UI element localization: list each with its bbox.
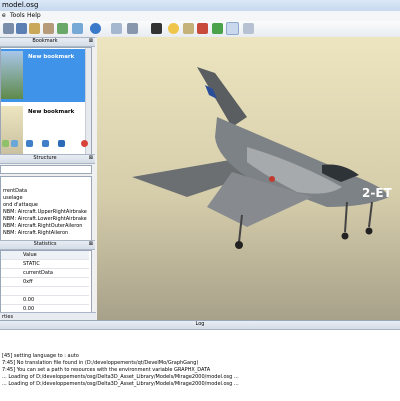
camera-icon[interactable] bbox=[72, 23, 83, 34]
log-panel: Log [45] setting language to : auto 7:45… bbox=[0, 320, 400, 401]
close-icon[interactable]: ⊠ bbox=[89, 155, 93, 161]
bookmark-item[interactable]: New bookmark bbox=[1, 49, 86, 102]
fullscreen-icon[interactable] bbox=[243, 23, 254, 34]
vertical-tail bbox=[197, 67, 247, 127]
menu-item-edit[interactable]: e bbox=[2, 12, 6, 19]
tree-item[interactable]: NBM: Aircraft.RightAileron bbox=[3, 230, 68, 236]
folder-icon[interactable] bbox=[29, 23, 40, 34]
statistics-panel-title: Statistics ⊠ bbox=[0, 240, 95, 250]
3d-viewport[interactable]: 2-ET bbox=[97, 37, 400, 320]
table-row[interactable]: 0xff bbox=[1, 278, 89, 287]
log-line: ... Loading of D:/developpements/osg/Del… bbox=[2, 374, 239, 380]
window-title: model.osg bbox=[2, 1, 39, 9]
table-row[interactable]: STATIC bbox=[1, 260, 89, 269]
view-icon[interactable] bbox=[226, 22, 239, 35]
close-icon[interactable]: ⊠ bbox=[89, 38, 93, 44]
tree-item[interactable]: NBM: Aircraft.UpperRightAirbrake bbox=[3, 209, 87, 215]
save-icon[interactable] bbox=[16, 23, 27, 34]
column-header-value: Value bbox=[23, 252, 37, 258]
open-icon[interactable] bbox=[3, 23, 14, 34]
tree-item[interactable]: NBM: Aircraft.RightOuterAileron bbox=[3, 223, 82, 229]
structure-search-input[interactable] bbox=[0, 165, 92, 174]
log-line: 7:45] You can set a path to resources wi… bbox=[2, 367, 211, 373]
bookmark-label: New bookmark bbox=[28, 109, 75, 115]
tail-code: 2-ET bbox=[362, 186, 393, 200]
screenshot-icon[interactable] bbox=[43, 23, 54, 34]
table-row[interactable] bbox=[1, 287, 89, 296]
go-bookmark-icon[interactable] bbox=[11, 140, 18, 147]
light-icon[interactable] bbox=[168, 23, 179, 34]
roundel-icon bbox=[269, 176, 275, 182]
log-panel-title: Log bbox=[0, 321, 400, 330]
cube-icon[interactable] bbox=[151, 23, 162, 34]
toolbar bbox=[0, 21, 400, 38]
wheel bbox=[341, 232, 349, 240]
bookmark-thumbnail bbox=[1, 51, 23, 99]
menu-item-tools[interactable]: Tools bbox=[10, 12, 25, 19]
landing-gear-nose bbox=[344, 201, 348, 233]
tree-item[interactable]: NBM: Aircraft.LowerRightAirbrake bbox=[3, 216, 87, 222]
bookmark-label: New bookmark bbox=[28, 54, 75, 60]
bookmark-buttons bbox=[0, 139, 95, 149]
log-line: [45] setting language to : auto bbox=[2, 353, 79, 359]
bookmark-item[interactable]: New bookmark bbox=[1, 104, 86, 157]
aircraft-model: 2-ET bbox=[132, 67, 393, 249]
structure-panel-title: Structure ⊠ bbox=[0, 154, 95, 164]
menu-item-help[interactable]: Help bbox=[27, 12, 41, 19]
texture-icon[interactable] bbox=[183, 23, 194, 34]
log-line: 7:45] No translation file found in (D:/d… bbox=[2, 360, 199, 366]
add-bookmark-icon[interactable] bbox=[2, 140, 9, 147]
tree-item[interactable]: rrentData bbox=[3, 188, 27, 194]
statistics-table[interactable]: Value STATIC currentData 0xff 0.00 0.00 bbox=[0, 250, 92, 314]
wheel bbox=[365, 227, 373, 235]
left-dock: Bookmark ⊠ New bookmark New bookmark Str… bbox=[0, 37, 95, 317]
landing-gear-right bbox=[368, 201, 373, 228]
log-line: ... Loading of D:/developpements/osg/Del… bbox=[2, 381, 239, 387]
rotate-icon[interactable] bbox=[127, 23, 138, 34]
bookmark-panel-title: Bookmark ⊠ bbox=[0, 37, 95, 47]
move-up-icon[interactable] bbox=[26, 140, 33, 147]
table-header: Value bbox=[1, 251, 89, 260]
tree-item[interactable]: uselage bbox=[3, 195, 23, 201]
move-down-icon[interactable] bbox=[42, 140, 49, 147]
wheel bbox=[235, 241, 243, 249]
color-icon[interactable] bbox=[212, 23, 223, 34]
close-icon[interactable]: ⊠ bbox=[89, 241, 93, 247]
import-icon[interactable] bbox=[58, 140, 65, 147]
tree-item[interactable]: ond d'attaque bbox=[3, 202, 38, 208]
move-icon[interactable] bbox=[111, 23, 122, 34]
scene-icon[interactable] bbox=[57, 23, 68, 34]
table-row[interactable]: 0.00 bbox=[1, 296, 89, 305]
table-row[interactable]: currentData bbox=[1, 269, 89, 278]
navigation-icon[interactable] bbox=[90, 23, 101, 34]
wireframe-icon[interactable] bbox=[197, 23, 208, 34]
delete-bookmark-icon[interactable] bbox=[81, 140, 88, 147]
